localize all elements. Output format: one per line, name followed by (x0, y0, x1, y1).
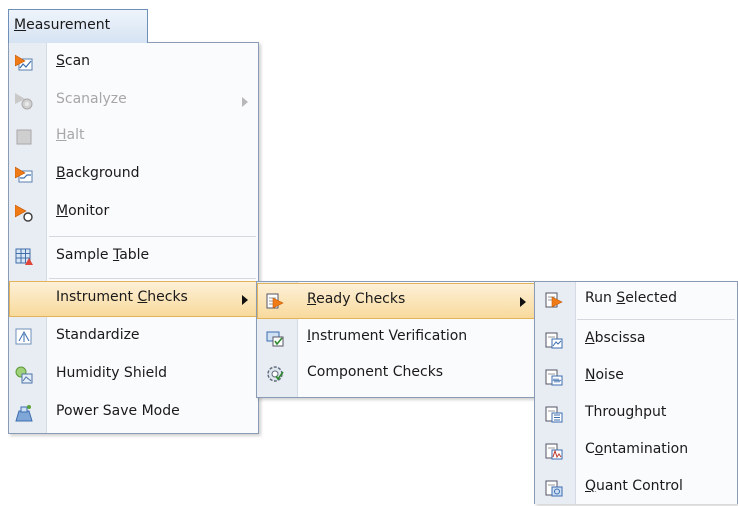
menu-item-abscissa[interactable]: Abscissa (535, 322, 737, 358)
measurement-menu: Scan Scanalyze Halt Background Monitor S… (8, 42, 259, 434)
menu-item-noise[interactable]: Noise (535, 359, 737, 395)
menu-item-scanalyze[interactable]: Scanalyze (9, 83, 258, 119)
menubar-measurement-tab[interactable]: Measurement (8, 9, 148, 43)
menu-item-contamination[interactable]: Contamination (535, 433, 737, 469)
instrument-checks-submenu: Ready Checks Instrument Verification Com… (256, 281, 537, 398)
menubar-measurement-label: Measurement (14, 17, 111, 33)
monitor-icon (15, 204, 33, 222)
menu-item-quant-control[interactable]: Quant Control (535, 470, 737, 506)
sample-table-icon (15, 248, 33, 265)
stop-icon (16, 129, 32, 145)
menu-item-component-checks[interactable]: Component Checks (257, 356, 536, 392)
humidity-shield-icon (15, 366, 33, 384)
instrument-verification-icon (266, 331, 284, 347)
menu-item-halt[interactable]: Halt (9, 119, 258, 155)
quant-control-icon (545, 480, 563, 497)
throughput-icon (545, 406, 563, 423)
submenu-arrow-icon (242, 295, 248, 305)
scan-icon (15, 54, 33, 71)
menu-item-run-selected[interactable]: Run Selected (535, 282, 737, 318)
menu-item-sample-table[interactable]: Sample Table (9, 239, 258, 275)
contamination-icon (545, 443, 563, 460)
menu-item-throughput[interactable]: Throughput (535, 396, 737, 432)
menu-item-ready-checks[interactable]: Ready Checks (257, 283, 536, 319)
abscissa-icon (545, 332, 563, 349)
ready-checks-icon (266, 293, 284, 309)
component-checks-icon (267, 366, 284, 382)
menu-separator (577, 319, 735, 320)
menu-item-background[interactable]: Background (9, 157, 258, 193)
scanalyze-icon (15, 93, 33, 110)
menu-item-humidity-shield[interactable]: Humidity Shield (9, 357, 258, 393)
menu-item-instrument-checks[interactable]: Instrument Checks (9, 281, 258, 317)
background-scan-icon (15, 166, 33, 183)
noise-icon (545, 369, 563, 386)
standardize-icon (15, 328, 32, 345)
menu-separator (49, 278, 256, 279)
submenu-arrow-icon (242, 97, 248, 107)
submenu-arrow-icon (520, 297, 526, 307)
run-selected-icon (545, 292, 563, 308)
menu-item-power-save-mode[interactable]: Power Save Mode (9, 395, 258, 431)
power-save-icon (15, 405, 33, 422)
menu-item-standardize[interactable]: Standardize (9, 319, 258, 355)
menu-separator (49, 236, 256, 237)
ready-checks-submenu: Run Selected Abscissa Noise Throughput C… (534, 281, 738, 504)
menu-item-scan[interactable]: Scan (9, 45, 258, 81)
menu-item-instrument-verification[interactable]: Instrument Verification (257, 320, 536, 356)
menu-item-monitor[interactable]: Monitor (9, 195, 258, 231)
